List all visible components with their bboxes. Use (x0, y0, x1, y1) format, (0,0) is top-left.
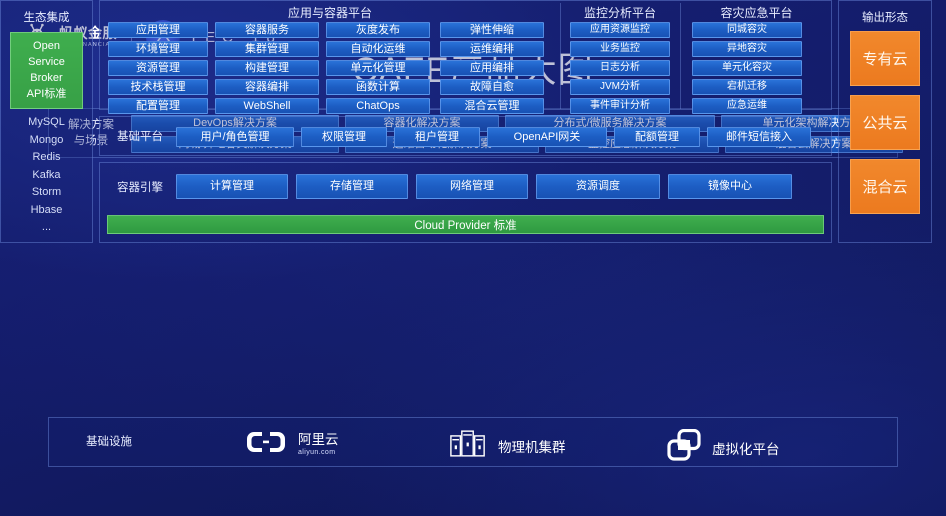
platform-chip[interactable]: 事件审计分析 (570, 98, 670, 114)
basic-platform-label: 基础平台 (117, 131, 163, 143)
platform-chip[interactable]: 单元化容灾 (692, 60, 802, 76)
infra-item-physical-cluster: 物理机集群 (449, 429, 566, 463)
platform-chip[interactable]: 应用资源监控 (570, 22, 670, 38)
server-rack-icon (449, 429, 487, 463)
platform-title-dr: 容灾应急平台 (720, 6, 793, 20)
ecosystem-highlight-item: Broker (30, 72, 63, 84)
platform-chip[interactable]: 灰度发布 (326, 22, 430, 38)
ecosystem-highlight-card: Open Service Broker API标准 (10, 32, 83, 109)
container-engine-chips: 计算管理 存储管理 网络管理 资源调度 镜像中心 (176, 174, 792, 199)
ecosystem-item: Redis (32, 151, 61, 163)
output-card-public-cloud[interactable]: 公共云 (850, 95, 920, 150)
platform-chip[interactable]: 宕机迁移 (692, 79, 802, 95)
output-panel: 输出形态 专有云 公共云 混合云 (838, 0, 932, 243)
ecosystem-highlight-item: Open (33, 40, 60, 52)
basic-platform-panel: 基础平台 用户/角色管理 权限管理 租户管理 OpenAPI网关 配额管理 邮件… (99, 116, 832, 156)
output-card-private-cloud[interactable]: 专有云 (850, 31, 920, 86)
vmware-squares-icon (667, 428, 701, 466)
platform-chip[interactable]: 容器编排 (215, 79, 319, 95)
container-engine-chip[interactable]: 资源调度 (536, 174, 660, 199)
platform-chip[interactable]: 构建管理 (215, 60, 319, 76)
platform-column-app: 应用管理 环境管理 资源管理 技术栈管理 配置管理 (108, 22, 208, 114)
ecosystem-item: Kafka (32, 168, 61, 181)
ecosystem-item: Mongo (29, 133, 64, 146)
ecosystem-panel: 生态集成 Open Service Broker API标准 MySQL Mon… (0, 0, 93, 243)
infra-label-virtualization: 虚拟化平台 (712, 441, 780, 457)
platform-chip[interactable]: 函数计算 (326, 79, 430, 95)
platform-chip[interactable]: 集群管理 (215, 41, 319, 57)
basic-platform-chip[interactable]: 权限管理 (301, 127, 387, 147)
container-engine-panel: 容器引擎 计算管理 存储管理 网络管理 资源调度 镜像中心 Cloud Prov… (99, 162, 832, 243)
platform-chip[interactable]: 技术栈管理 (108, 79, 208, 95)
platform-title-app-container: 应用与容器平台 (287, 6, 372, 20)
platform-column-release: 灰度发布 自动化运维 单元化管理 函数计算 ChatOps (326, 22, 430, 114)
infra-item-aliyun: 阿里云 aliyun.com (245, 429, 339, 460)
platform-chip[interactable]: 容器服务 (215, 22, 319, 38)
ecosystem-highlight-item: Service (28, 56, 65, 68)
platform-chip[interactable]: 同城容灾 (692, 22, 802, 38)
container-engine-chip[interactable]: 存储管理 (296, 174, 408, 199)
platform-chip[interactable]: 日志分析 (570, 60, 670, 76)
basic-platform-chip[interactable]: 用户/角色管理 (176, 127, 294, 147)
platform-chip[interactable]: 混合云管理 (440, 98, 544, 114)
output-card-hybrid-cloud[interactable]: 混合云 (850, 159, 920, 214)
basic-platform-chip[interactable]: 配额管理 (614, 127, 700, 147)
ecosystem-title: 生态集成 (23, 12, 70, 24)
platform-column-monitoring: 应用资源监控 业务监控 日志分析 JVM分析 事件审计分析 (570, 22, 670, 114)
ecosystem-item: Hbase (30, 203, 63, 216)
platform-column-dr: 同城容灾 异地容灾 单元化容灾 宕机迁移 应急运维 (692, 22, 802, 114)
platform-chip[interactable]: 业务监控 (570, 41, 670, 57)
container-engine-chip[interactable]: 镜像中心 (668, 174, 792, 199)
basic-platform-chip[interactable]: OpenAPI网关 (487, 127, 607, 147)
middle-region: 生态集成 Open Service Broker API标准 MySQL Mon… (0, 0, 932, 243)
slide-canvas: 蚂蚁金服 ANT FINANCIAL TEC 18 CAFE产品大图 解决方案 … (0, 0, 946, 516)
platform-chip[interactable]: 环境管理 (108, 41, 208, 57)
platform-column-container: 容器服务 集群管理 构建管理 容器编排 WebShell (215, 22, 319, 114)
infra-item-virtualization: 虚拟化平台 (667, 428, 780, 466)
ecosystem-highlight-item: API标准 (26, 88, 67, 100)
platform-chip[interactable]: 自动化运维 (326, 41, 430, 57)
cloud-provider-bar: Cloud Provider 标准 (107, 215, 824, 234)
platform-chip[interactable]: 资源管理 (108, 60, 208, 76)
ecosystem-list: MySQL Mongo Redis Kafka Storm Hbase ... (1, 109, 92, 237)
basic-platform-chips: 用户/角色管理 权限管理 租户管理 OpenAPI网关 配额管理 邮件短信接入 (176, 127, 811, 147)
platform-title-monitoring: 监控分析平台 (583, 6, 656, 20)
container-engine-chip[interactable]: 网络管理 (416, 174, 528, 199)
infrastructure-label: 基础设施 (86, 436, 132, 448)
platform-chip[interactable]: 应急运维 (692, 98, 802, 114)
basic-platform-chip[interactable]: 租户管理 (394, 127, 480, 147)
platform-chip[interactable]: 运维编排 (440, 41, 544, 57)
basic-platform-chip[interactable]: 邮件短信接入 (707, 127, 811, 147)
ecosystem-item: MySQL (28, 116, 65, 128)
platforms-panel: 应用与容器平台 监控分析平台 容灾应急平台 应用管理 环境管理 资源管理 技术栈… (99, 0, 832, 114)
infra-sublabel-aliyun: aliyun.com (298, 449, 336, 457)
platform-chip[interactable]: JVM分析 (570, 79, 670, 95)
platform-chip[interactable]: 单元化管理 (326, 60, 430, 76)
platform-chip[interactable]: ChatOps (326, 98, 430, 114)
aliyun-logo-icon (245, 429, 287, 460)
ecosystem-item: Storm (31, 186, 62, 198)
platform-chip[interactable]: 弹性伸缩 (440, 22, 544, 38)
ecosystem-item: ... (41, 221, 52, 233)
infrastructure-panel: 基础设施 阿里云 aliyun.com 物理机集群 虚拟化平台 (48, 417, 898, 467)
platform-column-scaling: 弹性伸缩 运维编排 应用编排 故障自愈 混合云管理 (440, 22, 544, 114)
platform-chip[interactable]: 配置管理 (108, 98, 208, 114)
output-title: 输出形态 (862, 12, 908, 24)
platform-chip[interactable]: WebShell (215, 98, 319, 114)
infra-label-physical-cluster: 物理机集群 (498, 440, 566, 455)
platform-chip[interactable]: 异地容灾 (692, 41, 802, 57)
infra-label-aliyun: 阿里云 (298, 431, 339, 447)
platform-chip[interactable]: 应用管理 (108, 22, 208, 38)
container-engine-chip[interactable]: 计算管理 (176, 174, 288, 199)
platform-chip[interactable]: 应用编排 (440, 60, 544, 76)
platform-chip[interactable]: 故障自愈 (440, 79, 544, 95)
container-engine-label: 容器引擎 (117, 182, 163, 194)
